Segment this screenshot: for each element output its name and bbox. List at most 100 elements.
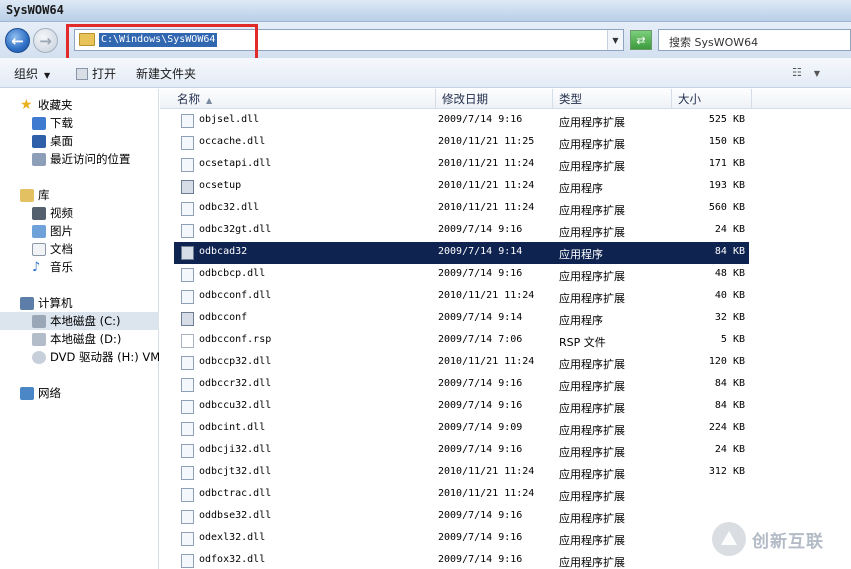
refresh-button[interactable]: ⇄ [630, 30, 652, 50]
forward-button[interactable]: → [33, 28, 58, 53]
file-row[interactable]: oddbse32.dll 2009/7/14 9:16 应用程序扩展 [174, 506, 749, 528]
file-row[interactable]: odbcconf.rsp 2009/7/14 7:06 RSP 文件 5 KB [174, 330, 749, 352]
dll-file-icon [181, 114, 194, 128]
file-name: odbcjt32.dll [199, 466, 272, 477]
file-date: 2009/7/14 9:14 [438, 312, 523, 323]
column-header-date[interactable]: 修改日期 [436, 89, 553, 109]
file-type: 应用程序扩展 [559, 468, 625, 481]
nav-pictures[interactable]: 图片 [32, 222, 73, 240]
file-row[interactable]: odbcconf 2009/7/14 9:14 应用程序 32 KB [174, 308, 749, 330]
file-date: 2010/11/21 11:24 [438, 356, 535, 367]
nav-network[interactable]: 网络 [20, 384, 61, 402]
column-header-type[interactable]: 类型 [553, 89, 672, 109]
file-size: 5 KB [720, 334, 745, 345]
file-row[interactable]: odbccp32.dll 2010/11/21 11:24 应用程序扩展 120 KB [174, 352, 749, 374]
pictures-icon [32, 224, 46, 238]
file-size: 560 KB [708, 202, 745, 213]
file-type: RSP 文件 [559, 336, 606, 349]
file-row[interactable]: occache.dll 2010/11/21 11:25 应用程序扩展 150 KB [174, 132, 749, 154]
file-size: 24 KB [714, 224, 745, 235]
documents-icon [32, 242, 46, 256]
nav-recent[interactable]: 最近访问的位置 [32, 150, 131, 168]
file-type: 应用程序扩展 [559, 204, 625, 217]
nav-library[interactable]: 库 [20, 186, 50, 204]
file-name: odbcconf [199, 312, 248, 323]
file-row[interactable]: odbcad32 2009/7/14 9:14 应用程序 84 KB [174, 242, 749, 264]
sort-up-icon: ▲ [206, 96, 213, 105]
file-type: 应用程序扩展 [559, 358, 625, 371]
file-row[interactable]: odbc32.dll 2010/11/21 11:24 应用程序扩展 560 KB [174, 198, 749, 220]
file-name: oddbse32.dll [199, 510, 272, 521]
file-type: 应用程序扩展 [559, 424, 625, 437]
file-size: 193 KB [708, 180, 745, 191]
file-name: odbcint.dll [199, 422, 266, 433]
dll-file-icon [181, 444, 194, 458]
nav-dvd-drive[interactable]: DVD 驱动器 (H:) VM [32, 348, 159, 366]
file-row[interactable]: odbccr32.dll 2009/7/14 9:16 应用程序扩展 84 KB [174, 374, 749, 396]
nav-videos[interactable]: 视频 [32, 204, 73, 222]
dll-file-icon [181, 136, 194, 150]
file-row[interactable]: odbcjt32.dll 2010/11/21 11:24 应用程序扩展 312 KB [174, 462, 749, 484]
file-size: 32 KB [714, 312, 745, 323]
arrow-left-icon: ← [11, 31, 24, 50]
file-size: 150 KB [708, 136, 745, 147]
file-date: 2010/11/21 11:24 [438, 180, 535, 191]
address-dropdown-button[interactable]: ▼ [607, 30, 623, 50]
file-row[interactable]: odexl32.dll 2009/7/14 9:16 应用程序扩展 [174, 528, 749, 550]
file-row[interactable]: odbcbcp.dll 2009/7/14 9:16 应用程序扩展 48 KB [174, 264, 749, 286]
computer-icon [20, 296, 34, 310]
file-name: odfox32.dll [199, 554, 266, 565]
open-button[interactable]: 打开 [76, 65, 116, 82]
nav-computer[interactable]: 计算机 [20, 294, 73, 312]
dll-file-icon [181, 510, 194, 524]
file-date: 2009/7/14 9:16 [438, 532, 523, 543]
column-header-name[interactable]: 名称 ▲ [171, 89, 436, 109]
file-name: odbcbcp.dll [199, 268, 266, 279]
nav-favorites[interactable]: ★ 收藏夹 [20, 96, 73, 114]
file-type: 应用程序 [559, 314, 603, 327]
back-button[interactable]: ← [5, 28, 30, 53]
file-row[interactable]: odbc32gt.dll 2009/7/14 9:16 应用程序扩展 24 KB [174, 220, 749, 242]
file-date: 2010/11/21 11:24 [438, 158, 535, 169]
file-date: 2009/7/14 9:16 [438, 268, 523, 279]
drive-icon [32, 332, 46, 346]
navigation-pane: ★ 收藏夹 下载 桌面 最近访问的位置 库 视频 图片 文档 ♪ 音乐 计算机 本地… [0, 89, 159, 569]
nav-local-disk-d[interactable]: 本地磁盘 (D:) [32, 330, 121, 348]
file-row[interactable]: ocsetup 2010/11/21 11:24 应用程序 193 KB [174, 176, 749, 198]
nav-music[interactable]: ♪ 音乐 [32, 258, 73, 276]
file-name: ocsetapi.dll [199, 158, 272, 169]
file-row[interactable]: objsel.dll 2009/7/14 9:16 应用程序扩展 525 KB [174, 110, 749, 132]
file-row[interactable]: odbcint.dll 2009/7/14 9:09 应用程序扩展 224 KB [174, 418, 749, 440]
title-bar: SysWOW64 [0, 0, 851, 22]
nav-documents[interactable]: 文档 [32, 240, 73, 258]
file-date: 2010/11/21 11:25 [438, 136, 535, 147]
file-row[interactable]: odbctrac.dll 2010/11/21 11:24 应用程序扩展 [174, 484, 749, 506]
dll-file-icon [181, 290, 194, 304]
file-type: 应用程序扩展 [559, 116, 625, 129]
file-name: ocsetup [199, 180, 242, 191]
file-date: 2009/7/14 9:16 [438, 114, 523, 125]
library-icon [20, 188, 34, 202]
file-row[interactable]: odbccu32.dll 2009/7/14 9:16 应用程序扩展 84 KB [174, 396, 749, 418]
command-bar: 组织 ▼ 打开 新建文件夹 ☷ ▼ [0, 58, 851, 88]
organize-label: 组织 [14, 67, 39, 81]
file-size: 120 KB [708, 356, 745, 367]
file-row[interactable]: odbcconf.dll 2010/11/21 11:24 应用程序扩展 40 KB [174, 286, 749, 308]
application-icon [181, 180, 194, 194]
downloads-icon [32, 116, 46, 130]
column-header-size[interactable]: 大小 [672, 89, 752, 109]
file-type: 应用程序扩展 [559, 138, 625, 151]
nav-desktop[interactable]: 桌面 [32, 132, 73, 150]
view-options-button[interactable]: ☷ ▼ [792, 66, 820, 79]
organize-button[interactable]: 组织 ▼ [14, 65, 50, 82]
nav-downloads[interactable]: 下载 [32, 114, 73, 132]
nav-local-disk-c[interactable]: 本地磁盘 (C:) [0, 312, 159, 330]
file-size: 48 KB [714, 268, 745, 279]
file-list: objsel.dll 2009/7/14 9:16 应用程序扩展 525 KB occa… [160, 110, 851, 569]
file-size: 224 KB [708, 422, 745, 433]
file-row[interactable]: ocsetapi.dll 2010/11/21 11:24 应用程序扩展 171 KB [174, 154, 749, 176]
search-input[interactable]: 搜索 SysWOW64 [658, 29, 851, 51]
file-row[interactable]: odbcji32.dll 2009/7/14 9:16 应用程序扩展 24 KB [174, 440, 749, 462]
new-folder-button[interactable]: 新建文件夹 [136, 65, 196, 82]
file-row[interactable]: odfox32.dll 2009/7/14 9:16 应用程序扩展 [174, 550, 749, 569]
